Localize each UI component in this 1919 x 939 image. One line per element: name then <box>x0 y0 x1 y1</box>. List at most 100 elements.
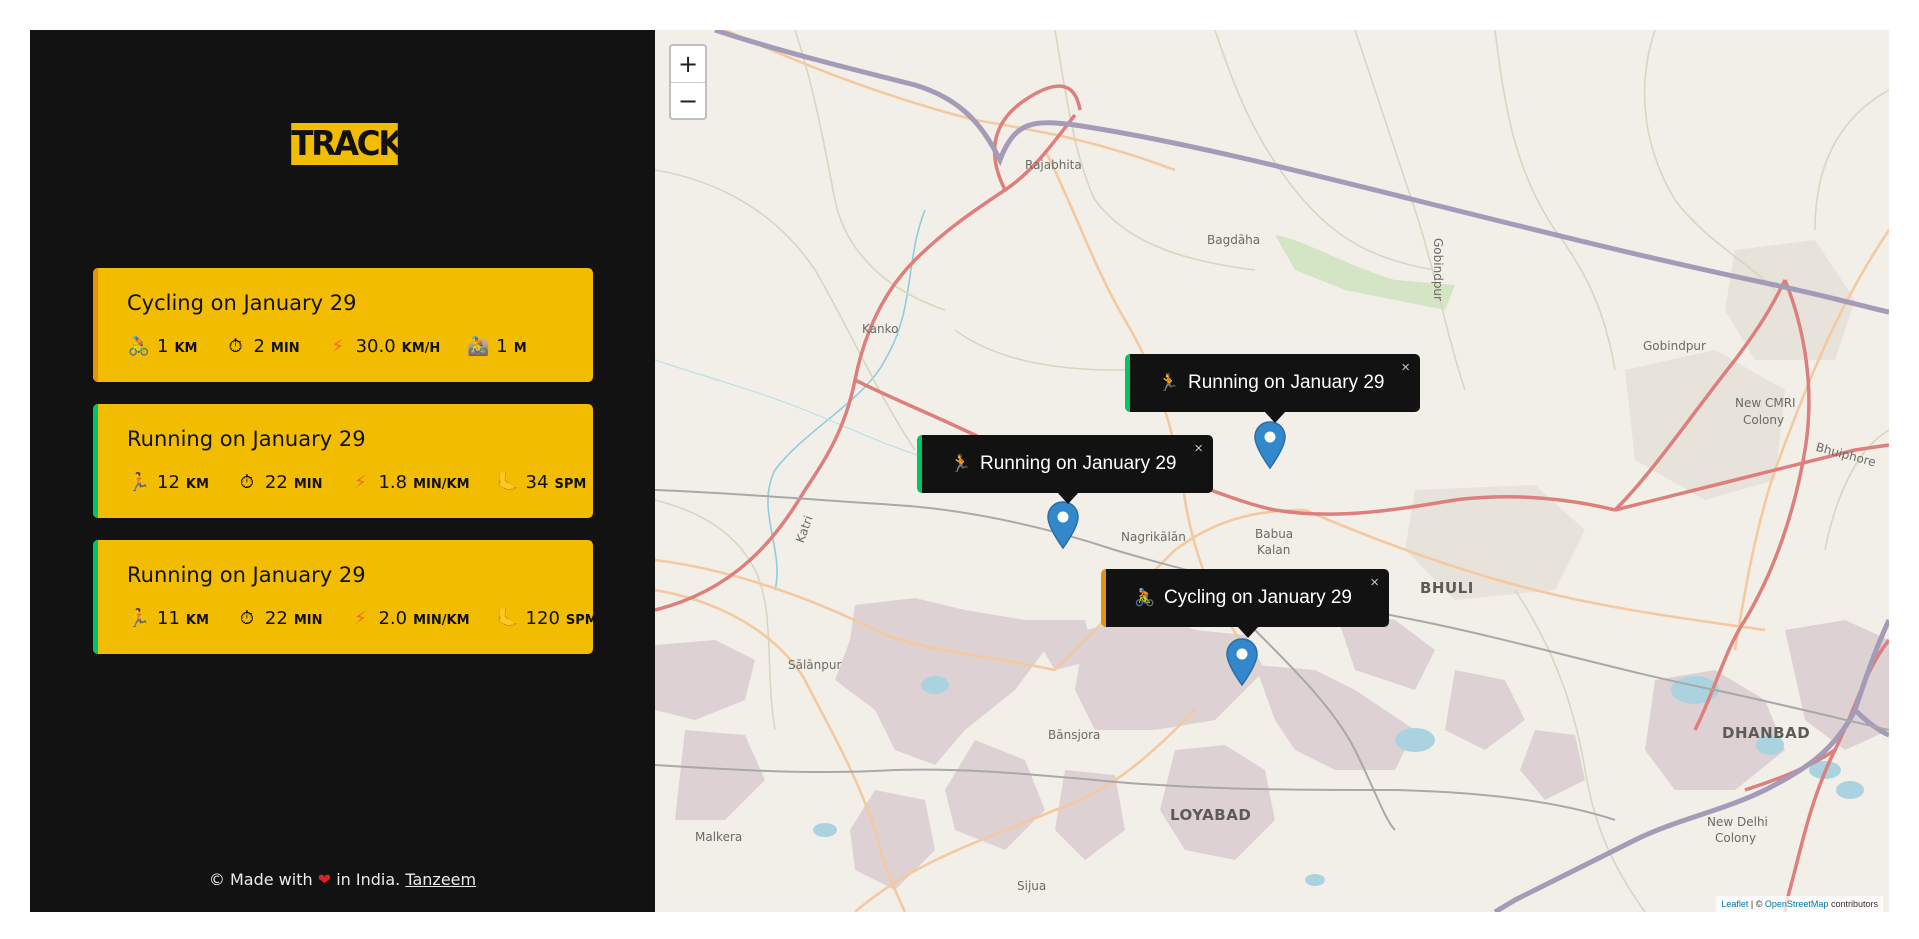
workout-details: 🏃 11 km ⏱ 22 min ⚡ 2.0 min/km <box>127 607 593 631</box>
popup-close-button[interactable]: × <box>1370 571 1379 595</box>
place-label-bansjora: Bānsjora <box>1048 728 1101 742</box>
distance-unit: km <box>185 613 209 628</box>
duration-value: 22 <box>264 472 288 493</box>
cadence-value: 34 <box>525 472 549 493</box>
popup-close-button[interactable]: × <box>1401 356 1410 380</box>
workout-card-cycling[interactable]: Cycling on January 29 🚴 1 km ⏱ 2 min ⚡ <box>93 268 593 382</box>
map-attribution: Leaflet | © OpenStreetMap contributors <box>1716 896 1883 912</box>
forest-area <box>1275 235 1455 310</box>
stopwatch-icon: ⏱ <box>239 608 254 629</box>
cadence-unit: spm <box>554 477 587 492</box>
workout-popup-running[interactable]: 🏃 Running on January 29 × <box>917 435 1213 504</box>
duration-value: 2 <box>253 336 265 357</box>
author-link[interactable]: Tanzeem <box>405 870 476 889</box>
distance-unit: km <box>174 341 198 356</box>
distance-value: 12 <box>157 472 180 493</box>
place-label-nagrikalan: Nagrikālān <box>1121 530 1186 544</box>
map-marker-icon[interactable] <box>1046 500 1080 550</box>
workout-details: 🏃 12 km ⏱ 22 min ⚡ 1.8 min/km <box>127 471 593 495</box>
cadence-value: 120 <box>525 608 560 629</box>
cadence-unit: spm <box>565 613 593 628</box>
distance-detail: 🏃 12 km <box>127 472 209 494</box>
leaflet-link[interactable]: Leaflet <box>1721 899 1748 909</box>
duration-unit: min <box>293 477 323 492</box>
place-label-new-cmri: New CMRI <box>1735 396 1796 410</box>
duration-detail: ⏱ 22 min <box>235 608 323 630</box>
pace-value: 2.0 <box>378 608 408 629</box>
duration-unit: min <box>293 613 323 628</box>
place-label-kanko: Kanko <box>862 322 899 336</box>
footer-middle: in India. <box>336 870 401 889</box>
workout-title: Cycling on January 29 <box>127 291 357 315</box>
place-label-babua: Babua <box>1255 527 1294 541</box>
heart-icon: ❤ <box>317 870 332 889</box>
workout-popup-running[interactable]: 🏃 Running on January 29 × <box>1125 354 1420 423</box>
bicycle-icon: 🚴 <box>1134 588 1156 607</box>
map-marker-icon[interactable] <box>1225 637 1259 687</box>
attribution-suffix: contributors <box>1830 899 1878 909</box>
workout-title: Running on January 29 <box>127 563 366 587</box>
lightning-icon: ⚡ <box>354 608 367 629</box>
app-container: TRACKR Cycling on January 29 🚴 1 km ⏱ 2 … <box>30 30 1889 912</box>
attribution-separator: | © <box>1750 899 1763 909</box>
distance-unit: km <box>185 477 209 492</box>
zoom-in-button[interactable]: + <box>671 46 705 82</box>
popup-label: Cycling on January 29 <box>1164 587 1352 608</box>
elevation-detail: 🚵 1 m <box>466 336 527 358</box>
place-label-new-delhi: New Delhi <box>1707 815 1768 829</box>
elevation-unit: m <box>513 341 527 356</box>
distance-detail: 🏃 11 km <box>127 608 209 630</box>
cadence-detail: 🦶 34 spm <box>496 472 587 494</box>
bicycle-icon: 🚴 <box>127 336 151 357</box>
duration-value: 22 <box>264 608 288 629</box>
workout-card-running[interactable]: Running on January 29 🏃 12 km ⏱ 22 min ⚡ <box>93 404 593 518</box>
duration-detail: ⏱ 22 min <box>235 472 323 494</box>
place-label-kalan: Kalan <box>1257 543 1291 557</box>
place-label-rajabhita: Rajabhita <box>1025 158 1082 172</box>
sidebar: TRACKR Cycling on January 29 🚴 1 km ⏱ 2 … <box>30 30 655 912</box>
speed-value: 30.0 <box>355 336 396 357</box>
workout-list: Cycling on January 29 🚴 1 km ⏱ 2 min ⚡ <box>93 268 593 676</box>
place-label-salanpur: Sālānpur <box>788 658 842 672</box>
zoom-out-button[interactable]: − <box>671 82 705 118</box>
runner-icon: 🏃 <box>1158 373 1180 392</box>
pace-detail: ⚡ 1.8 min/km <box>348 472 469 494</box>
mountain-bike-icon: 🚵 <box>467 336 490 357</box>
place-label-dhanbad: DHANBAD <box>1722 724 1811 742</box>
footprint-icon: 🦶 <box>496 608 519 629</box>
pace-unit: min/km <box>413 613 470 628</box>
place-label-gobindpur: Gobindpur <box>1643 339 1706 353</box>
duration-unit: min <box>270 341 300 356</box>
place-label-sijua: Sijua <box>1017 879 1047 893</box>
duration-detail: ⏱ 2 min <box>223 336 299 358</box>
workout-details: 🚴 1 km ⏱ 2 min ⚡ 30.0 km/h <box>127 335 593 359</box>
distance-value: 1 <box>157 336 169 357</box>
place-label-gobindpur-road: Gobindpur <box>1431 238 1445 301</box>
workout-popup-cycling[interactable]: 🚴 Cycling on January 29 × <box>1101 569 1389 638</box>
openstreetmap-link[interactable]: OpenStreetMap <box>1765 899 1829 909</box>
copyright-footer: © Made with ❤ in India. Tanzeem <box>30 870 655 890</box>
place-label-new-cmri-colony: Colony <box>1743 413 1785 427</box>
map[interactable]: Rajabhita Bagdāha Gobindpur Gobindpur Ne… <box>655 30 1889 912</box>
urban-areas <box>655 598 1889 890</box>
distance-detail: 🚴 1 km <box>127 336 198 358</box>
speed-unit: km/h <box>401 341 441 356</box>
workout-card-running[interactable]: Running on January 29 🏃 11 km ⏱ 22 min ⚡ <box>93 540 593 654</box>
place-label-loyabad: LOYABAD <box>1170 806 1252 824</box>
pace-detail: ⚡ 2.0 min/km <box>348 608 469 630</box>
cadence-detail: 🦶 120 spm <box>496 608 593 630</box>
footprint-icon: 🦶 <box>496 472 519 493</box>
place-label-new-delhi-colony: Colony <box>1715 831 1757 845</box>
stopwatch-icon: ⏱ <box>239 472 254 493</box>
distance-value: 11 <box>157 608 180 629</box>
footer-prefix: © Made with <box>208 870 313 889</box>
map-marker-icon[interactable] <box>1253 420 1287 470</box>
speed-detail: ⚡ 30.0 km/h <box>326 336 441 358</box>
pace-unit: min/km <box>413 477 470 492</box>
place-label-bagdaha: Bagdāha <box>1207 233 1261 247</box>
popup-close-button[interactable]: × <box>1194 437 1203 461</box>
popup-label: Running on January 29 <box>980 453 1177 474</box>
elevation-value: 1 <box>496 336 508 357</box>
place-label-bhuli: BHULI <box>1420 579 1474 597</box>
residential-areas <box>1405 240 1855 600</box>
